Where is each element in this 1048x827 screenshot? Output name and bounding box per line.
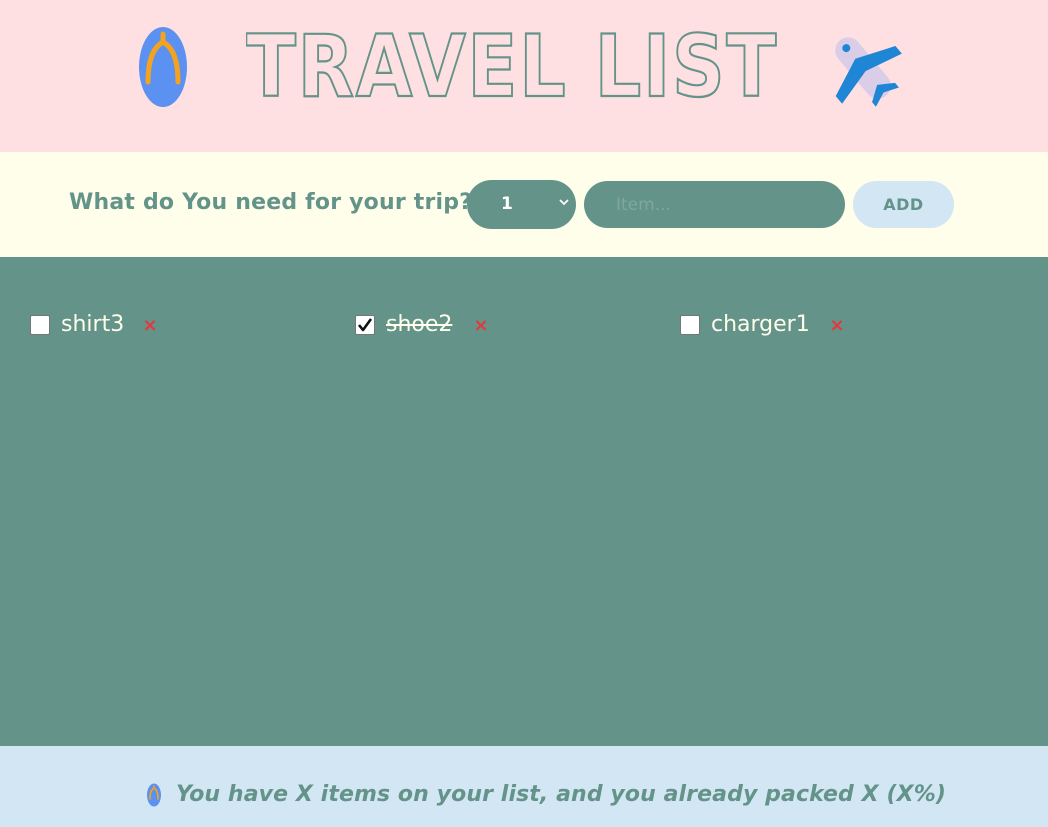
page-title-text: TRAVEL LIST (246, 17, 778, 114)
packing-stats: You have X items on your list, and you a… (176, 782, 946, 807)
remove-item-button[interactable]: × (828, 317, 846, 335)
packed-checkbox[interactable] (680, 315, 700, 335)
add-button[interactable]: ADD (853, 181, 954, 228)
quantity-value: 1 (501, 194, 513, 214)
remove-item-button[interactable]: × (141, 317, 159, 335)
quantity-select[interactable]: 1 (467, 180, 576, 229)
item-input[interactable] (584, 181, 845, 228)
chevron-down-icon (559, 199, 569, 206)
item-label: charger1 (711, 312, 810, 337)
packed-checkbox[interactable] (30, 315, 50, 335)
remove-item-button[interactable]: × (472, 317, 490, 335)
checkmark-icon (357, 318, 373, 332)
page-title: TRAVEL LIST (246, 16, 778, 114)
item-label: shoe2 (386, 312, 453, 337)
airplane-icon (835, 37, 902, 107)
item-label: shirt3 (61, 312, 125, 337)
packed-checkbox[interactable] (355, 315, 375, 335)
flip-flop-icon (139, 27, 187, 107)
flip-flop-icon (147, 783, 161, 807)
form-question: What do You need for your trip? (69, 190, 473, 215)
